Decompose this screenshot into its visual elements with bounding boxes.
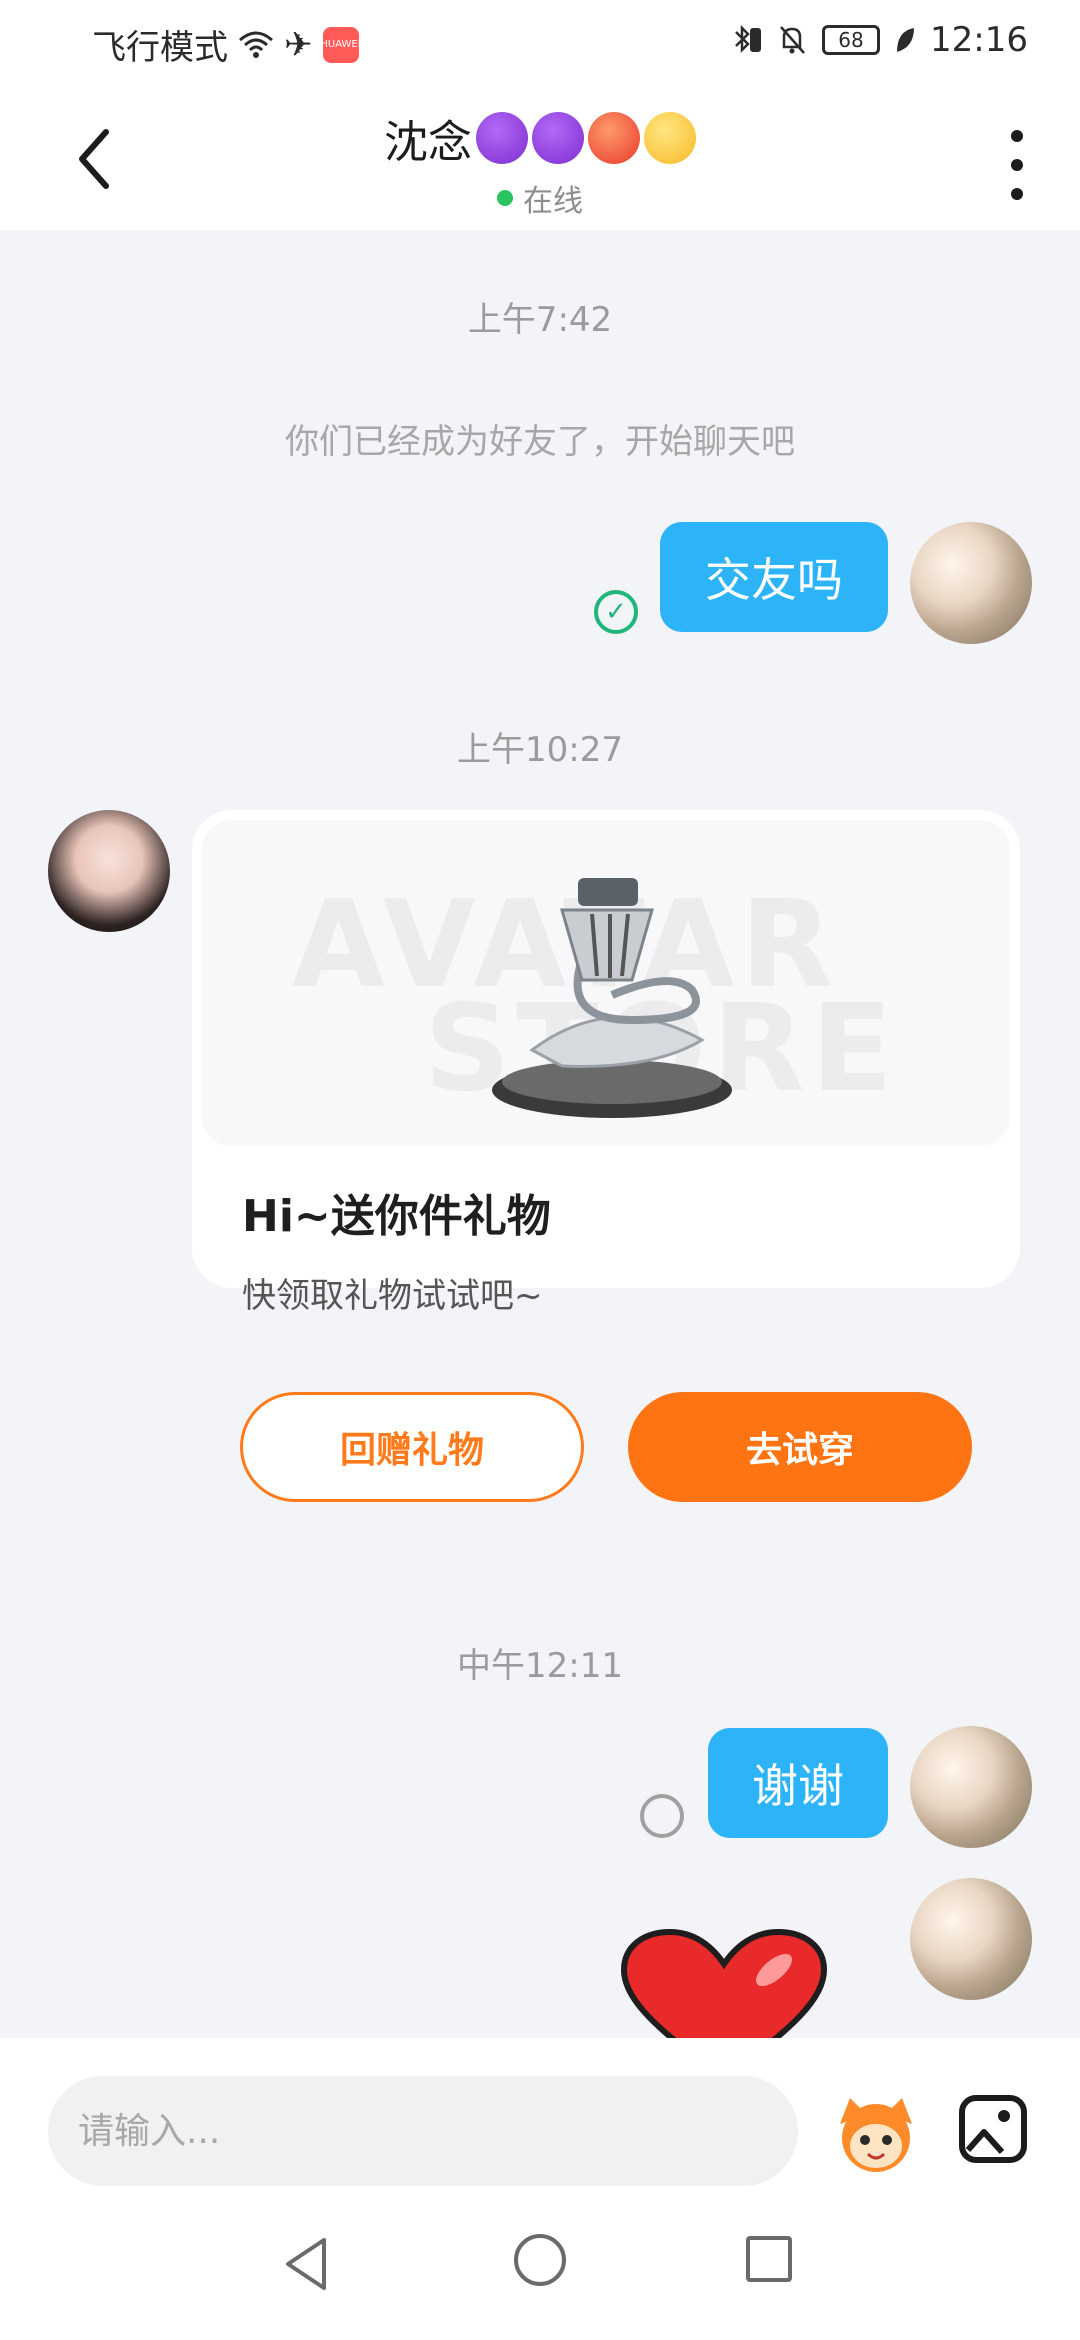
contact-name: 沈念 (384, 117, 472, 168)
my-avatar[interactable] (910, 522, 1032, 644)
contact-avatar[interactable] (48, 810, 170, 932)
ring-gift-icon (492, 878, 732, 1118)
huawei-app-icon: HUAWEI (320, 26, 361, 63)
gift-title: Hi~送你件礼物 (242, 1191, 551, 1242)
nav-back-icon[interactable] (282, 2236, 332, 2292)
airplane-icon: ✈ (284, 24, 313, 65)
chat-header: 沈念 在线 (0, 86, 1080, 230)
devil-icon (532, 112, 584, 164)
leaf-icon (897, 28, 915, 52)
title-block: 沈念 在线 (0, 106, 1080, 220)
gift-image: AVATAR STORE (202, 820, 1010, 1146)
timestamp: 中午12:11 (457, 1646, 623, 1686)
system-nav-bar (0, 2202, 1080, 2340)
contact-name-row[interactable]: 沈念 (384, 106, 696, 170)
nav-recent-apps-icon[interactable] (746, 2236, 792, 2282)
input-bar (0, 2038, 1080, 2202)
message-bubble[interactable]: 交友吗 (660, 522, 888, 632)
wifi-icon (239, 31, 273, 58)
nav-home-icon[interactable] (514, 2234, 566, 2286)
angry-face-icon (588, 112, 640, 164)
timestamp: 上午10:27 (457, 730, 623, 770)
status-right: 68 12:16 (732, 20, 1028, 60)
battery-icon: 68 (822, 25, 881, 55)
try-on-button[interactable]: 去试穿 (628, 1392, 972, 1502)
bluetooth-battery-icon (735, 24, 762, 54)
message-bubble[interactable]: 谢谢 (708, 1728, 888, 1838)
devil-icon (476, 112, 528, 164)
gift-subtitle: 快领取礼物试试吧~ (242, 1276, 543, 1316)
chat-area[interactable]: 上午7:42 你们已经成为好友了，开始聊天吧 交友吗 ✓ 上午10:27 AVA… (0, 230, 1080, 2038)
read-check-icon: ✓ (594, 590, 638, 634)
sending-status-icon (640, 1794, 684, 1838)
silent-bell-icon (780, 26, 805, 54)
mascot-sticker-icon[interactable] (830, 2094, 922, 2174)
airplane-mode-label: 飞行模式 (92, 28, 228, 68)
clock: 12:16 (930, 20, 1028, 60)
status-bar: 飞行模式 ✈ HUAWEI 68 12:16 (0, 0, 1080, 86)
online-status-text: 在线 (523, 184, 583, 219)
online-dot-icon (497, 190, 513, 206)
message-input[interactable] (48, 2076, 798, 2186)
return-gift-button[interactable]: 回赠礼物 (240, 1392, 584, 1502)
heart-sticker-icon[interactable] (614, 1928, 834, 2038)
image-picker-icon[interactable] (958, 2094, 1028, 2164)
more-dot-icon (1011, 130, 1023, 142)
gift-card[interactable]: AVATAR STORE Hi~送你件礼物 快领取礼物试试吧~ 回赠礼物 去试穿 (192, 810, 1020, 1502)
status-left: 飞行模式 ✈ HUAWEI (92, 20, 361, 69)
more-dot-icon (1011, 159, 1023, 171)
more-options-button[interactable] (1002, 130, 1032, 200)
my-avatar[interactable] (910, 1726, 1032, 1848)
online-status: 在线 (497, 176, 583, 220)
timestamp: 上午7:42 (467, 300, 613, 340)
system-message: 你们已经成为好友了，开始聊天吧 (285, 422, 795, 462)
grinning-face-icon (644, 112, 696, 164)
my-avatar[interactable] (910, 1878, 1032, 2000)
more-dot-icon (1011, 188, 1023, 200)
